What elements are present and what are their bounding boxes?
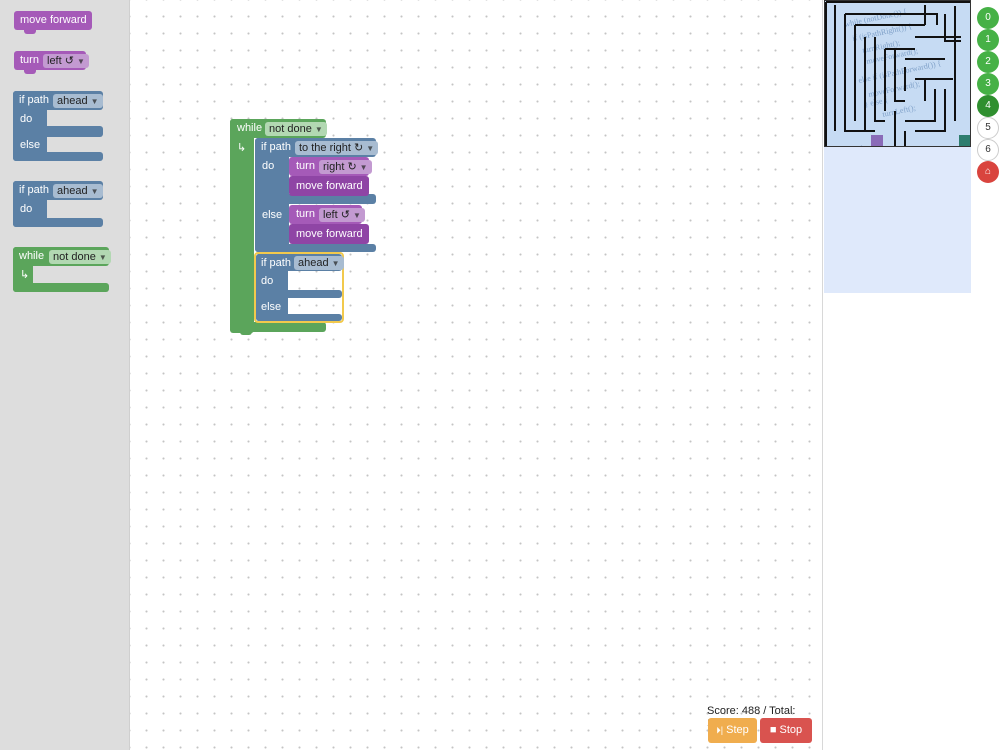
block-label: turn [296,160,315,172]
stop-icon: ■ [769,724,777,736]
maze-app: move forward turn left ↺ ▼ if path ahead ▼… [0,0,1000,750]
block-toolbox: move forward turn left ↺ ▼ if path ahead ▼… [0,0,130,750]
while-condition-dropdown[interactable]: not done ▼ [265,122,327,136]
player-marker [871,135,883,146]
toolbox-if-else-block[interactable]: if path ahead ▼ do else [13,91,103,161]
loop-arrow-icon: ↳ [20,269,30,281]
toolbox-move-forward-block[interactable]: move forward [14,11,92,34]
home-button[interactable]: ⌂ [977,161,999,183]
block-label: move forward [296,180,363,192]
level-button-1[interactable]: 1 [977,29,999,51]
block-label: move forward [296,228,363,240]
block-label: if path [19,94,49,106]
block-label: move forward [20,14,87,26]
block-label: turn [20,54,39,66]
program-move-forward-block[interactable]: move forward [289,224,369,244]
stop-button[interactable]: ■ Stop [760,718,812,743]
loop-arrow-icon: ↳ [237,142,247,154]
turn-direction-dropdown[interactable]: right ↻ ▼ [319,160,372,174]
path-direction-dropdown[interactable]: ahead ▼ [53,94,103,108]
program-turn-right-block[interactable]: turn right ↻ ▼ [289,157,372,176]
maze-graphic: while (notDone()) { if (isPathRight()) {… [825,1,970,147]
while-condition-dropdown[interactable]: not done ▼ [49,250,111,264]
block-label: turn [296,208,315,220]
path-direction-dropdown[interactable]: to the right ↻ ▼ [295,141,379,155]
step-button[interactable]: ⏵| Step [708,718,757,743]
path-direction-dropdown[interactable]: ahead ▼ [53,184,103,198]
level-button-5[interactable]: 5 [977,117,999,139]
program-if-ahead-block[interactable]: if path ahead ▼ do else [254,252,344,323]
code-line: turnLeft(); [882,103,917,119]
level-button-3[interactable]: 3 [977,73,999,95]
toolbox-if-block[interactable]: if path ahead ▼ do [13,181,103,227]
level-button-4[interactable]: 4 [977,95,999,117]
step-icon: ⏵| [716,725,724,735]
turn-direction-dropdown[interactable]: left ↺ ▼ [319,208,365,222]
step-label: Step [726,724,749,736]
do-label: do [262,160,275,172]
code-line: } [860,143,866,147]
path-direction-dropdown[interactable]: ahead ▼ [294,256,344,270]
do-label: do [20,203,33,215]
block-label: while [19,250,45,262]
else-label: else [262,209,283,221]
else-label: else [20,139,41,151]
program-move-forward-block[interactable]: move forward [289,176,369,196]
goal-marker [959,135,970,146]
else-label: else [261,301,282,313]
maze-panel: while (notDone()) { if (isPathRight()) {… [824,0,971,293]
maze-view: while (notDone()) { if (isPathRight()) {… [824,0,971,147]
toolbox-while-block[interactable]: while not done ▼ ↳ [13,247,111,292]
block-label: while [237,122,263,134]
stop-label: Stop [779,724,803,736]
toolbox-turn-block[interactable]: turn left ↺ ▼ [14,51,89,74]
do-label: do [261,275,274,287]
home-icon: ⌂ [984,166,992,177]
turn-direction-dropdown[interactable]: left ↺ ▼ [43,54,89,68]
block-label: if path [261,141,291,153]
program-turn-left-block[interactable]: turn left ↺ ▼ [289,205,365,224]
block-label: if path [261,257,291,269]
level-button-0[interactable]: 0 [977,7,999,29]
block-label: if path [19,184,49,196]
do-label: do [20,113,33,125]
level-button-6[interactable]: 6 [977,139,999,161]
level-button-2[interactable]: 2 [977,51,999,73]
block-workspace[interactable]: while not done ▼ ↳ if path to the right ↻… [130,0,823,750]
